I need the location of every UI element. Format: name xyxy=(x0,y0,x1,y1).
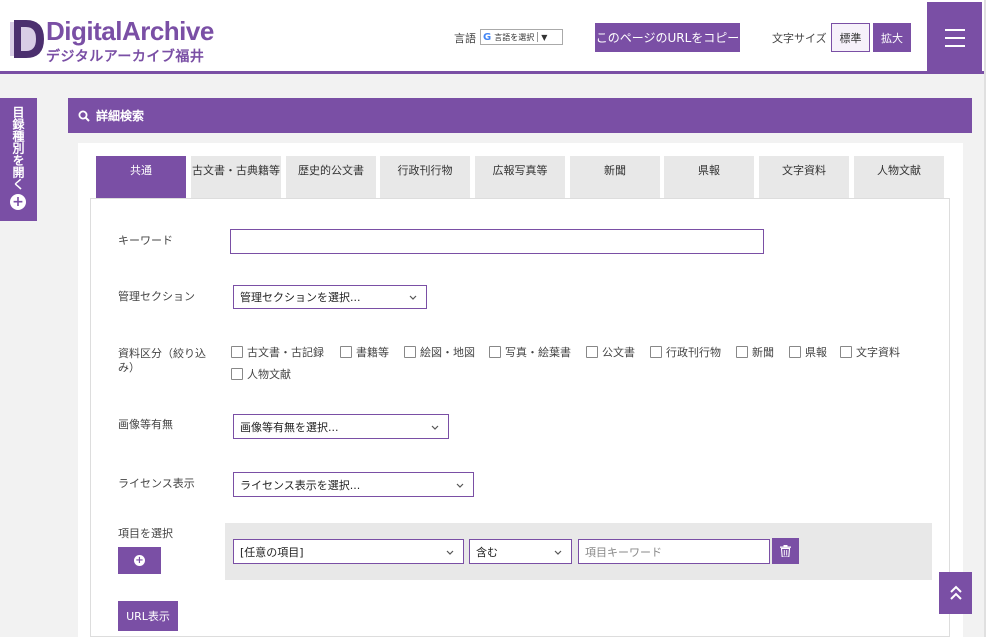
plus-circle-icon: + xyxy=(10,194,26,210)
detail-search-header: 詳細検索 xyxy=(68,98,972,133)
tab-prefectural-gazette[interactable]: 県報 xyxy=(664,156,754,198)
checkbox-icon xyxy=(586,346,598,358)
tab-text-materials[interactable]: 文字資料 xyxy=(759,156,849,198)
item-select-label: 項目を選択 xyxy=(118,527,173,540)
chevron-down-icon xyxy=(430,422,440,432)
checkbox-icon xyxy=(840,346,852,358)
double-chevron-up-icon xyxy=(949,585,962,600)
checkbox-icon xyxy=(340,346,352,358)
chevron-down-icon xyxy=(445,547,455,557)
tab-pr-photos[interactable]: 広報写真等 xyxy=(475,156,565,198)
tab-old-documents[interactable]: 古文書・古典籍等 xyxy=(191,156,281,198)
hamburger-menu-button[interactable] xyxy=(927,2,982,73)
checkbox-icon xyxy=(789,346,801,358)
checkbox-icon xyxy=(650,346,662,358)
category-label: 資料区分（絞り込み） xyxy=(118,347,206,374)
plus-circle-icon: + xyxy=(134,554,145,566)
category-checkbox[interactable]: 県報 xyxy=(789,344,827,360)
item-operator-select[interactable]: 含む xyxy=(469,539,572,564)
image-label: 画像等有無 xyxy=(118,418,173,431)
font-size-standard-button[interactable]: 標準 xyxy=(831,23,870,52)
search-icon xyxy=(78,110,90,122)
keyword-label: キーワード xyxy=(118,234,173,247)
image-select[interactable]: 画像等有無を選択... xyxy=(233,414,449,439)
keyword-input[interactable] xyxy=(230,229,764,254)
font-size-large-button[interactable]: 拡大 xyxy=(873,23,911,52)
detail-search-title: 詳細検索 xyxy=(96,109,145,123)
language-label: 言語 xyxy=(454,32,476,45)
site-header: DigitalArchive デジタルアーカイブ福井 言語 G 言語を選択 ▼ … xyxy=(0,0,986,74)
item-field-select[interactable]: [任意の項目] xyxy=(233,539,464,564)
category-checkbox[interactable]: 書籍等 xyxy=(340,344,389,360)
hamburger-icon xyxy=(944,28,965,31)
checkbox-icon xyxy=(736,346,748,358)
tab-newspapers[interactable]: 新聞 xyxy=(570,156,660,198)
google-icon: G xyxy=(483,31,492,43)
category-checkbox[interactable]: 新聞 xyxy=(736,344,774,360)
item-keyword-input[interactable]: 項目キーワード xyxy=(578,539,770,564)
catalog-type-label: 目録種別を開く xyxy=(11,106,25,190)
category-checkbox[interactable]: 人物文献 xyxy=(231,366,291,382)
tab-historical-documents[interactable]: 歴史的公文書 xyxy=(286,156,376,198)
site-logo[interactable]: DigitalArchive デジタルアーカイブ福井 xyxy=(10,16,214,65)
language-select[interactable]: G 言語を選択 ▼ xyxy=(480,29,563,45)
add-item-button[interactable]: + xyxy=(118,547,161,574)
catalog-type-toggle[interactable]: 目録種別を開く + xyxy=(0,98,37,221)
copy-url-button[interactable]: このページのURLをコピー xyxy=(595,23,740,52)
logo-mark-icon xyxy=(10,20,44,58)
language-select-value: 言語を選択 xyxy=(494,32,535,42)
section-label: 管理セクション xyxy=(118,290,195,303)
chevron-down-icon xyxy=(553,547,563,557)
category-checkbox[interactable]: 行政刊行物 xyxy=(650,344,721,360)
logo-title: DigitalArchive xyxy=(46,16,214,46)
hamburger-icon xyxy=(944,44,965,47)
tab-gov-publications[interactable]: 行政刊行物 xyxy=(380,156,470,198)
url-display-button[interactable]: URL表示 xyxy=(118,601,178,631)
category-checkbox[interactable]: 公文書 xyxy=(586,344,635,360)
chevron-down-icon xyxy=(408,292,418,302)
checkbox-icon xyxy=(489,346,501,358)
category-checkbox[interactable]: 写真・絵葉書 xyxy=(489,344,571,360)
tab-common[interactable]: 共通 xyxy=(96,156,186,198)
license-label: ライセンス表示 xyxy=(118,477,195,490)
scroll-top-button[interactable] xyxy=(939,572,972,614)
checkbox-icon xyxy=(231,346,243,358)
font-size-label: 文字サイズ xyxy=(772,32,827,45)
checkbox-icon xyxy=(404,346,416,358)
trash-icon xyxy=(780,545,791,557)
tab-person-literature[interactable]: 人物文献 xyxy=(854,156,944,198)
logo-subtitle: デジタルアーカイブ福井 xyxy=(46,49,205,65)
dropdown-arrow-icon: ▼ xyxy=(541,32,548,42)
hamburger-icon xyxy=(944,36,965,39)
delete-item-button[interactable] xyxy=(772,538,799,564)
license-select[interactable]: ライセンス表示を選択... xyxy=(233,472,474,497)
chevron-down-icon xyxy=(455,480,465,490)
section-select[interactable]: 管理セクションを選択... xyxy=(233,285,427,309)
category-checkbox[interactable]: 文字資料 xyxy=(840,344,900,360)
divider xyxy=(537,32,539,42)
category-checkbox[interactable]: 古文書・古記録 xyxy=(231,344,324,360)
checkbox-icon xyxy=(231,368,243,380)
category-checkbox[interactable]: 絵図・地図 xyxy=(404,344,475,360)
